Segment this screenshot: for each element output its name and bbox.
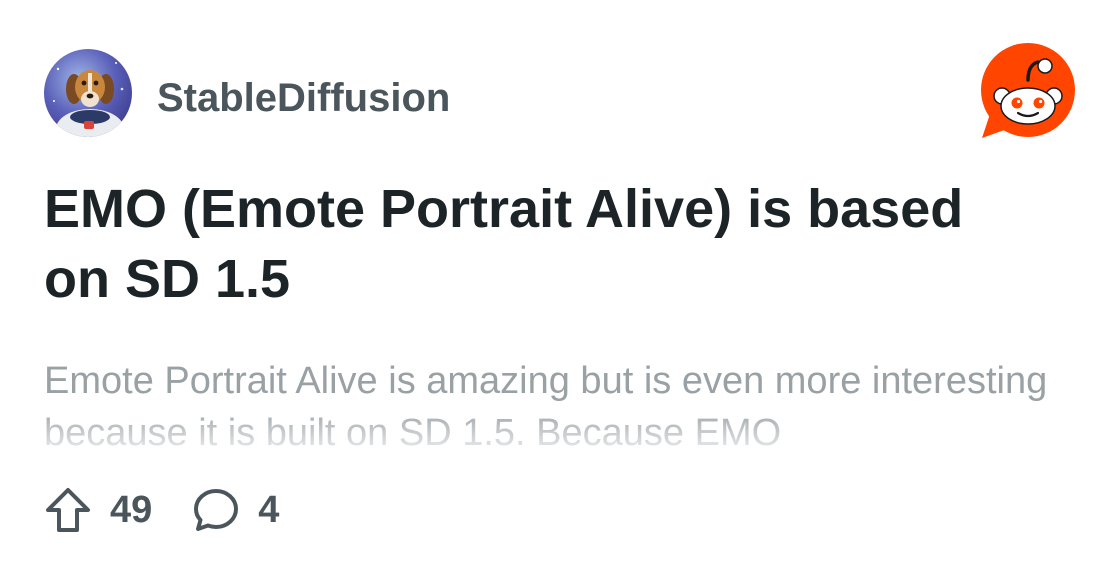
post-stats: 49 4 [44, 486, 279, 534]
astronaut-dog-avatar-icon [44, 49, 132, 137]
post-title[interactable]: EMO (Emote Portrait Alive) is based on S… [44, 174, 1044, 314]
upvote-count: 49 [110, 488, 153, 531]
subreddit-avatar[interactable] [44, 49, 132, 137]
post-preview-card[interactable]: StableDiffusion EMO (Emote Portrait Aliv… [0, 0, 1120, 584]
comment-bubble-icon[interactable] [192, 486, 240, 534]
comment-count: 4 [258, 488, 280, 531]
reddit-snoo-icon [981, 43, 1075, 138]
reddit-logo[interactable] [976, 42, 1080, 142]
upvote-arrow-icon[interactable] [44, 486, 92, 534]
subreddit-name[interactable]: StableDiffusion [157, 74, 450, 122]
upvote-stat[interactable]: 49 [44, 486, 152, 534]
post-body-excerpt: Emote Portrait Alive is amazing but is e… [44, 360, 1048, 454]
comment-stat[interactable]: 4 [192, 486, 279, 534]
